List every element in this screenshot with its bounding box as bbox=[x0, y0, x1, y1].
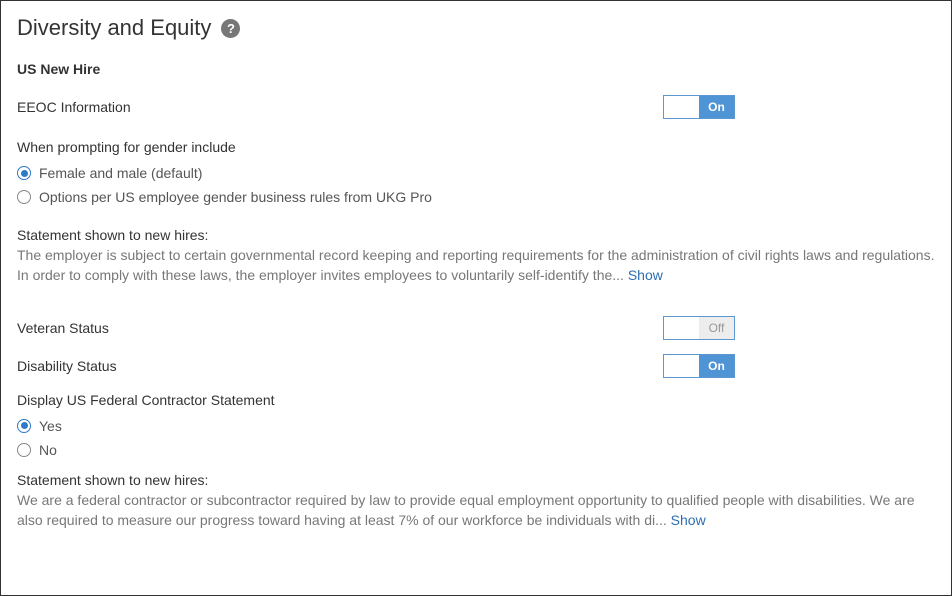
eeoc-toggle[interactable]: On bbox=[663, 95, 735, 119]
veteran-row: Veteran Status Off bbox=[17, 316, 935, 340]
gender-option-ukg-label: Options per US employee gender business … bbox=[39, 189, 432, 205]
contractor-heading: Display US Federal Contractor Statement bbox=[17, 392, 935, 408]
radio-icon bbox=[17, 166, 31, 180]
statement2-body: We are a federal contractor or subcontra… bbox=[17, 490, 935, 531]
eeoc-row: EEOC Information On bbox=[17, 95, 935, 119]
page-title: Diversity and Equity ? bbox=[17, 15, 935, 41]
statement2-heading: Statement shown to new hires: bbox=[17, 472, 935, 488]
gender-option-default[interactable]: Female and male (default) bbox=[17, 165, 935, 181]
disability-toggle-on: On bbox=[699, 355, 734, 377]
gender-prompt-heading: When prompting for gender include bbox=[17, 139, 935, 155]
statement1-heading: Statement shown to new hires: bbox=[17, 227, 935, 243]
disability-label: Disability Status bbox=[17, 358, 117, 374]
radio-icon bbox=[17, 419, 31, 433]
eeoc-label: EEOC Information bbox=[17, 99, 131, 115]
statement1-show-link[interactable]: Show bbox=[628, 267, 663, 283]
veteran-label: Veteran Status bbox=[17, 320, 109, 336]
eeoc-toggle-off bbox=[664, 96, 699, 118]
contractor-option-no[interactable]: No bbox=[17, 442, 935, 458]
gender-option-ukg[interactable]: Options per US employee gender business … bbox=[17, 189, 935, 205]
statement2-text: We are a federal contractor or subcontra… bbox=[17, 492, 915, 528]
contractor-option-no-label: No bbox=[39, 442, 57, 458]
section-us-new-hire: US New Hire bbox=[17, 61, 935, 77]
radio-icon bbox=[17, 443, 31, 457]
eeoc-toggle-on: On bbox=[699, 96, 734, 118]
statement1-text: The employer is subject to certain gover… bbox=[17, 247, 934, 283]
diversity-equity-panel: Diversity and Equity ? US New Hire EEOC … bbox=[0, 0, 952, 596]
help-icon[interactable]: ? bbox=[221, 19, 240, 38]
veteran-toggle-on bbox=[664, 317, 699, 339]
veteran-toggle-off: Off bbox=[699, 317, 734, 339]
disability-toggle-off bbox=[664, 355, 699, 377]
gender-option-default-label: Female and male (default) bbox=[39, 165, 202, 181]
statement2-show-link[interactable]: Show bbox=[671, 512, 706, 528]
statement1-body: The employer is subject to certain gover… bbox=[17, 245, 935, 286]
contractor-option-yes[interactable]: Yes bbox=[17, 418, 935, 434]
disability-toggle[interactable]: On bbox=[663, 354, 735, 378]
page-title-text: Diversity and Equity bbox=[17, 15, 211, 41]
contractor-option-yes-label: Yes bbox=[39, 418, 62, 434]
radio-icon bbox=[17, 190, 31, 204]
disability-row: Disability Status On bbox=[17, 354, 935, 378]
veteran-toggle[interactable]: Off bbox=[663, 316, 735, 340]
